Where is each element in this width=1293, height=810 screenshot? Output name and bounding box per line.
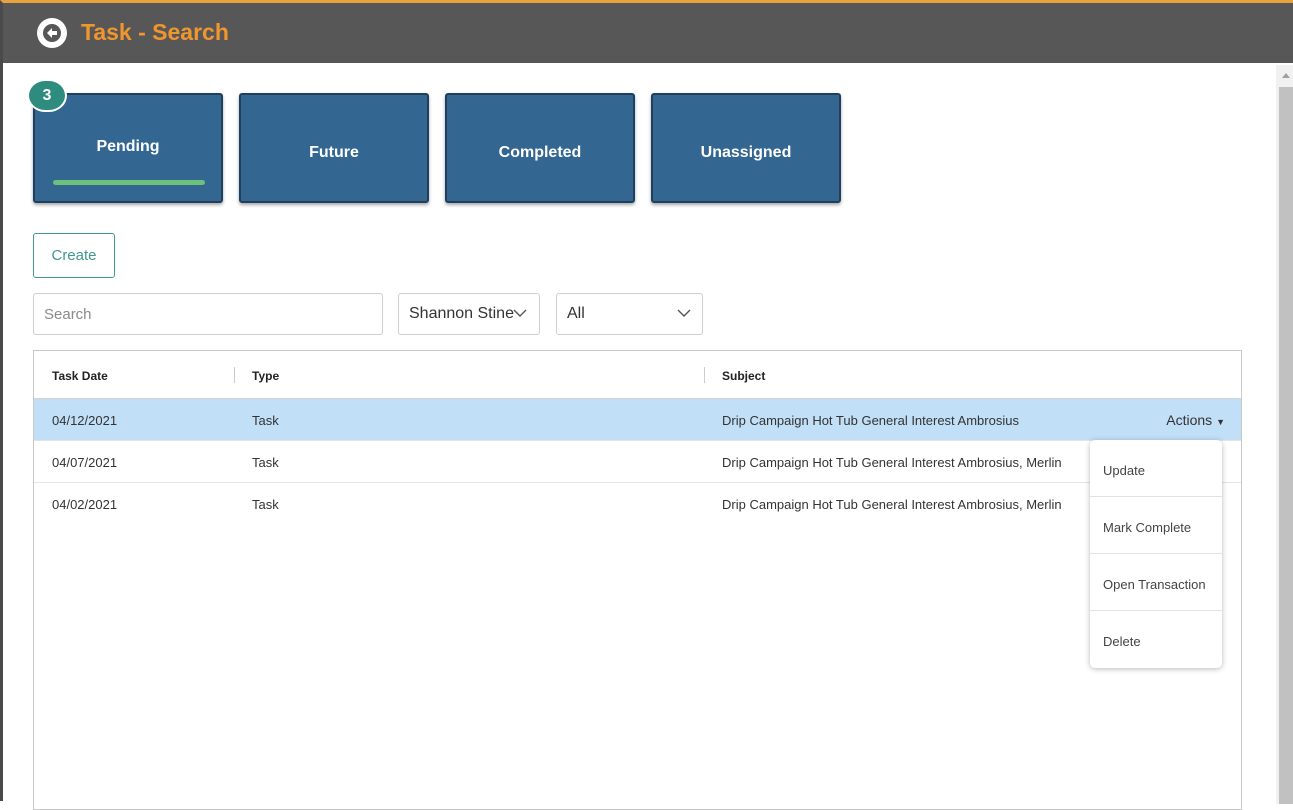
caret-up-icon [1282, 73, 1290, 78]
circle-arrow-left-icon [43, 24, 61, 42]
subject-cell: Drip Campaign Hot Tub General Interest A… [722, 497, 1062, 512]
tab-future[interactable]: Future [239, 93, 429, 203]
table-header: Task Date Type Subject [34, 351, 1241, 399]
menu-item-open-transaction[interactable]: Open Transaction [1090, 554, 1222, 611]
tab-label: Completed [498, 144, 582, 161]
pending-count-badge: 3 [27, 79, 67, 112]
create-button[interactable]: Create [33, 233, 115, 278]
tab-label: Unassigned [700, 144, 792, 161]
column-divider[interactable] [234, 367, 235, 383]
actions-label: Actions [1166, 412, 1213, 428]
table-row[interactable]: 04/02/2021 Task Drip Campaign Hot Tub Ge… [34, 483, 1241, 525]
chevron-down-icon [513, 309, 527, 317]
tab-label: Future [309, 144, 359, 161]
search-input[interactable] [33, 293, 383, 335]
table-row[interactable]: 04/07/2021 Task Drip Campaign Hot Tub Ge… [34, 441, 1241, 483]
task-date-cell: 04/02/2021 [52, 497, 118, 512]
active-tab-indicator [53, 180, 205, 185]
task-date-cell: 04/12/2021 [52, 413, 118, 428]
chevron-down-icon [677, 309, 691, 317]
type-cell: Task [252, 413, 279, 428]
task-date-cell: 04/07/2021 [52, 455, 118, 470]
status-filter-select[interactable]: All [556, 293, 703, 335]
user-filter-select[interactable]: Shannon Stine [398, 293, 540, 335]
column-header-type[interactable]: Type [252, 369, 279, 383]
actions-menu: Update Mark Complete Open Transaction De… [1090, 440, 1222, 668]
menu-item-update[interactable]: Update [1090, 440, 1222, 497]
tab-label: Pending [96, 138, 160, 155]
tasks-table: Task Date Type Subject 04/12/2021 Task D… [33, 350, 1242, 810]
menu-item-mark-complete[interactable]: Mark Complete [1090, 497, 1222, 554]
subject-cell: Drip Campaign Hot Tub General Interest A… [722, 413, 1019, 428]
column-header-subject[interactable]: Subject [722, 369, 765, 383]
subject-cell: Drip Campaign Hot Tub General Interest A… [722, 455, 1062, 470]
back-button[interactable] [37, 18, 67, 48]
actions-dropdown[interactable]: Actions ▼ [1166, 412, 1225, 428]
tab-unassigned[interactable]: Unassigned [651, 93, 841, 203]
tab-pending[interactable]: Pending [33, 93, 223, 203]
scrollbar-thumb[interactable] [1279, 87, 1293, 804]
user-filter-value: Shannon Stine [409, 305, 514, 322]
table-row[interactable]: 04/12/2021 Task Drip Campaign Hot Tub Ge… [34, 399, 1241, 441]
tab-completed[interactable]: Completed [445, 93, 635, 203]
vertical-scrollbar[interactable] [1276, 65, 1293, 804]
caret-down-icon: ▼ [1216, 417, 1225, 427]
scroll-up-button[interactable] [1276, 65, 1293, 85]
status-filter-value: All [567, 305, 585, 322]
menu-item-delete[interactable]: Delete [1090, 611, 1222, 668]
column-header-task-date[interactable]: Task Date [52, 369, 108, 383]
app-window: Task - Search 3 Pending Future Completed… [0, 0, 1293, 810]
page-title: Task - Search [81, 19, 229, 45]
type-cell: Task [252, 497, 279, 512]
column-divider[interactable] [704, 367, 705, 383]
type-cell: Task [252, 455, 279, 470]
page-header: Task - Search [3, 3, 1293, 63]
